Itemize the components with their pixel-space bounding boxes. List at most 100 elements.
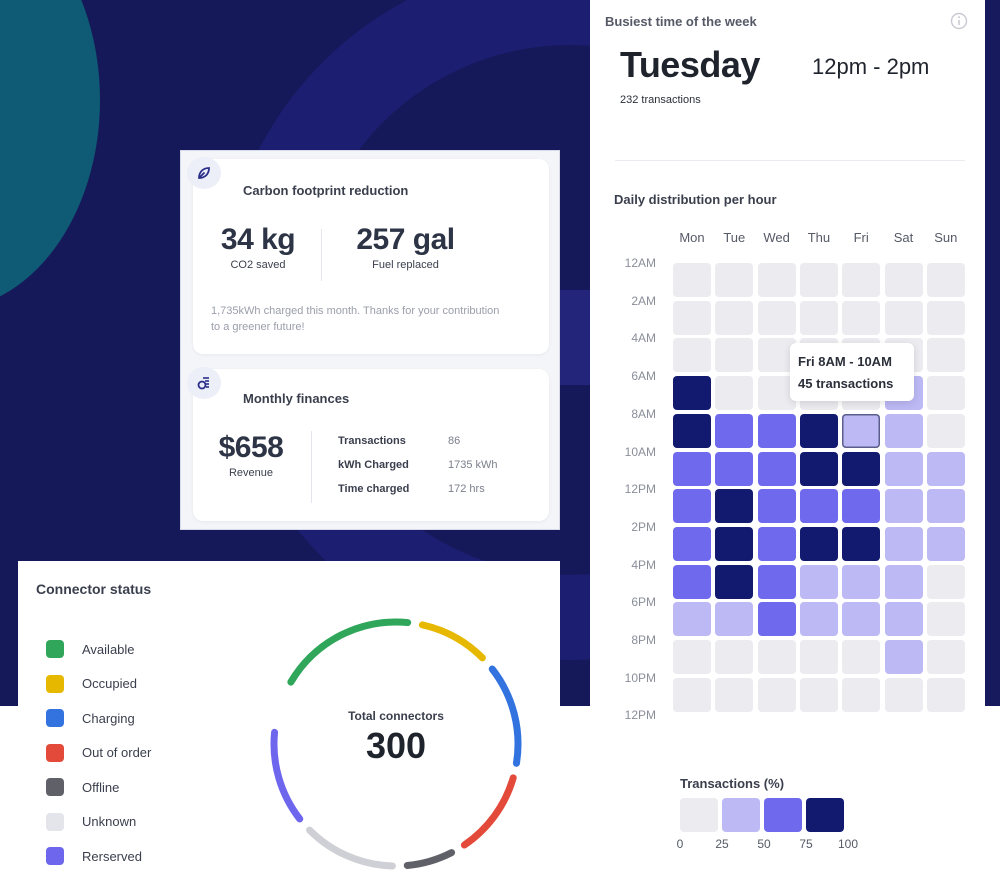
heatmap-cell[interactable]: [757, 263, 796, 297]
heatmap-cell[interactable]: [715, 451, 754, 486]
heatmap-cell[interactable]: [673, 338, 711, 373]
donut-segment[interactable]: [418, 621, 486, 662]
heatmap-cell[interactable]: [799, 300, 838, 335]
heatmap-cell[interactable]: [884, 526, 923, 561]
heatmap-cell[interactable]: [757, 564, 796, 599]
heatmap-cell[interactable]: [715, 677, 754, 712]
heatmap-cell[interactable]: [715, 376, 754, 411]
carbon-note: 1,735kWh charged this month. Thanks for …: [211, 305, 500, 333]
heatmap-cell[interactable]: [715, 263, 754, 297]
heatmap-cell[interactable]: [884, 564, 923, 599]
stat-row: Transactions 86: [338, 429, 498, 453]
heatmap-cell[interactable]: [799, 263, 838, 297]
heatmap-cell[interactable]: [926, 489, 965, 524]
heatmap-cell[interactable]: [842, 413, 881, 448]
heatmap-cell[interactable]: [673, 526, 711, 561]
leaf-drop-icon: [198, 167, 210, 179]
hour-label: 2PM: [631, 519, 656, 534]
heatmap-cell[interactable]: [842, 300, 881, 335]
heatmap-cell[interactable]: [926, 640, 965, 674]
heatmap-cell[interactable]: [757, 677, 796, 712]
heatmap-cell[interactable]: [842, 489, 881, 524]
donut-segment[interactable]: [460, 774, 517, 849]
heatmap-cell[interactable]: [926, 338, 965, 373]
heatmap-cell[interactable]: [673, 376, 711, 411]
heatmap-cell[interactable]: [757, 526, 796, 561]
heatmap-cell[interactable]: [799, 640, 838, 674]
heatmap-cell[interactable]: [799, 451, 838, 486]
heatmap-cell[interactable]: [842, 526, 881, 561]
heatmap-cell[interactable]: [715, 640, 754, 674]
heatmap-cell[interactable]: [799, 677, 838, 712]
decor-strip: [985, 0, 1000, 706]
heatmap-cell[interactable]: [757, 489, 796, 524]
heatmap-cell[interactable]: [715, 338, 754, 373]
day-label: Sat: [893, 230, 914, 245]
heatmap-cell[interactable]: [673, 413, 711, 448]
legend-item: Offline: [46, 777, 119, 797]
donut-segment[interactable]: [287, 618, 412, 686]
heatmap-cell[interactable]: [842, 640, 881, 674]
heatmap-cell[interactable]: [926, 526, 965, 561]
heatmap-cell[interactable]: [926, 451, 965, 486]
donut-segment[interactable]: [306, 826, 396, 870]
heatmap-cell[interactable]: [715, 564, 754, 599]
heatmap-cell[interactable]: [757, 640, 796, 674]
heatmap-cell[interactable]: [842, 602, 881, 637]
heatmap-cell[interactable]: [884, 640, 923, 674]
heatmap-cell[interactable]: [842, 564, 881, 599]
heatmap-cell[interactable]: [926, 602, 965, 637]
heatmap-cell[interactable]: [799, 564, 838, 599]
heatmap-cell[interactable]: [673, 451, 711, 486]
heatmap-cell[interactable]: [673, 640, 711, 674]
heatmap-cell[interactable]: [673, 677, 711, 712]
heatmap-cell[interactable]: [842, 677, 881, 712]
legend-swatch: [806, 798, 844, 832]
heatmap-cell[interactable]: [715, 602, 754, 637]
legend-swatch: [46, 812, 64, 831]
heatmap-cell[interactable]: [926, 677, 965, 712]
heatmap-cell[interactable]: [673, 602, 711, 637]
heatmap-cell[interactable]: [842, 263, 881, 297]
heatmap-cell[interactable]: [926, 413, 965, 448]
heatmap-cell[interactable]: [799, 602, 838, 637]
heatmap-cell[interactable]: [757, 451, 796, 486]
heatmap-cell[interactable]: [926, 263, 965, 297]
heatmap-cell[interactable]: [884, 413, 923, 448]
heatmap-cell[interactable]: [926, 376, 965, 411]
info-icon[interactable]: [950, 12, 968, 30]
donut-segment[interactable]: [403, 849, 456, 869]
heatmap-cell[interactable]: [926, 300, 965, 335]
revenue-metric: $658 Revenue: [211, 431, 291, 479]
divider: [311, 431, 312, 503]
heatmap-cell[interactable]: [926, 564, 965, 599]
heatmap-cell[interactable]: [884, 451, 923, 486]
heatmap-cell[interactable]: [715, 413, 754, 448]
day-label: Mon: [679, 230, 705, 245]
heatmap-cell[interactable]: [842, 451, 881, 486]
heatmap-cell[interactable]: [799, 526, 838, 561]
heatmap-cell[interactable]: [884, 677, 923, 712]
heatmap-cell[interactable]: [673, 564, 711, 599]
heatmap-cell[interactable]: [799, 489, 838, 524]
heatmap-cell[interactable]: [799, 413, 838, 448]
hour-label: 4PM: [631, 557, 656, 572]
heatmap-cell[interactable]: [884, 489, 923, 524]
heatmap-cell[interactable]: [884, 300, 923, 335]
heatmap-cell[interactable]: [884, 263, 923, 297]
legend-tick: 0: [676, 837, 684, 851]
heatmap-cell[interactable]: [757, 413, 796, 448]
heatmap-tooltip: Fri 8AM - 10AM 45 transactions: [790, 343, 914, 401]
heatmap-cell[interactable]: [673, 300, 711, 335]
heatmap-cell[interactable]: [757, 300, 796, 335]
legend-swatch: [46, 709, 64, 727]
heatmap-cell[interactable]: [715, 300, 754, 335]
hour-label: 8PM: [631, 633, 656, 647]
heatmap-cell[interactable]: [715, 489, 754, 524]
heatmap-cell[interactable]: [715, 526, 754, 561]
day-label: Sun: [934, 230, 958, 245]
heatmap-cell[interactable]: [884, 602, 923, 637]
heatmap-cell[interactable]: [757, 602, 796, 637]
heatmap-cell[interactable]: [673, 263, 711, 297]
heatmap-cell[interactable]: [673, 489, 711, 524]
